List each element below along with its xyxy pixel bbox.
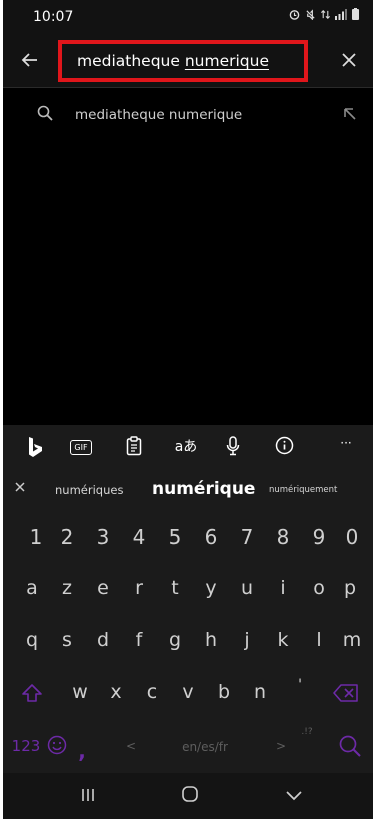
prediction-1[interactable]: numériques	[55, 483, 123, 497]
home-icon[interactable]	[181, 784, 199, 808]
key[interactable]: e	[86, 577, 120, 599]
key[interactable]: 6	[194, 525, 228, 549]
key[interactable]: 0	[335, 525, 369, 549]
search-suggestion[interactable]: mediatheque numerique	[3, 96, 373, 136]
key[interactable]: i	[266, 577, 300, 599]
key[interactable]: o	[302, 577, 336, 599]
silent-icon	[305, 8, 316, 23]
key[interactable]: s	[50, 629, 84, 651]
keyboard: GIF aあ ··· numériques numérique numériqu…	[3, 425, 373, 773]
bottom-row: 123 , < en/es/fr > .!?	[3, 725, 373, 769]
signal-icon	[335, 8, 347, 23]
prediction-bar: numériques numérique numériquement	[3, 475, 373, 509]
key[interactable]: 8	[266, 525, 300, 549]
letter-row-1: a z e r t y u i o p	[3, 569, 373, 613]
key[interactable]: j	[230, 629, 264, 651]
battery-icon	[352, 8, 359, 23]
clipboard-icon[interactable]	[123, 436, 145, 460]
info-icon[interactable]	[273, 436, 295, 460]
status-icons	[289, 8, 359, 23]
key[interactable]: '	[283, 677, 317, 693]
suggestion-text: mediatheque numerique	[75, 107, 243, 123]
gif-icon[interactable]: GIF	[69, 436, 93, 460]
key[interactable]: w	[63, 681, 97, 703]
search-icon	[37, 105, 53, 125]
navigation-bar	[3, 773, 373, 819]
alarm-icon	[289, 9, 300, 23]
punctuation-key[interactable]: .!?	[295, 727, 319, 737]
key[interactable]: g	[158, 629, 192, 651]
search-input-highlight[interactable]: mediatheque numerique	[58, 40, 308, 82]
key[interactable]: f	[122, 629, 156, 651]
cursor-right-key[interactable]: >	[271, 739, 291, 753]
symbols-key[interactable]: 123	[9, 737, 43, 755]
key[interactable]: l	[302, 629, 336, 651]
letter-row-2: q s d f g h j k l m	[3, 621, 373, 665]
recent-apps-icon[interactable]	[80, 784, 96, 808]
key[interactable]: b	[207, 681, 241, 703]
fill-query-icon[interactable]	[343, 106, 357, 125]
key[interactable]: t	[158, 577, 192, 599]
key[interactable]: p	[333, 577, 367, 599]
key[interactable]: k	[266, 629, 300, 651]
search-action-icon[interactable]	[335, 735, 365, 762]
key[interactable]: r	[122, 577, 156, 599]
key[interactable]: v	[171, 681, 205, 703]
key[interactable]: 9	[302, 525, 336, 549]
clear-search-button[interactable]	[335, 46, 363, 74]
search-input[interactable]: mediatheque numerique	[77, 52, 269, 70]
key[interactable]: z	[50, 577, 84, 599]
key[interactable]: a	[15, 577, 49, 599]
key[interactable]: m	[335, 629, 369, 651]
prediction-3[interactable]: numériquement	[269, 485, 337, 495]
status-time: 10:07	[33, 9, 74, 25]
key[interactable]: n	[243, 681, 277, 703]
key[interactable]: 7	[230, 525, 264, 549]
key[interactable]: 3	[86, 525, 120, 549]
key[interactable]: x	[99, 681, 133, 703]
spacebar-language[interactable]: en/es/fr	[173, 740, 237, 754]
key[interactable]: u	[230, 577, 264, 599]
emoji-icon[interactable]	[45, 735, 69, 760]
data-icon	[320, 9, 331, 23]
shift-icon[interactable]	[15, 681, 49, 708]
back-arrow-icon[interactable]	[21, 46, 49, 74]
comma-key[interactable]: ,	[73, 739, 91, 763]
hide-keyboard-icon[interactable]	[285, 784, 303, 808]
letter-row-3: w x c v b n '	[3, 673, 373, 717]
backspace-icon[interactable]	[329, 681, 363, 707]
key[interactable]: q	[15, 629, 49, 651]
key[interactable]: y	[194, 577, 228, 599]
key[interactable]: 5	[158, 525, 192, 549]
key[interactable]: 2	[50, 525, 84, 549]
key[interactable]: d	[86, 629, 120, 651]
key[interactable]: c	[135, 681, 169, 703]
search-bar: mediatheque numerique	[3, 34, 373, 88]
status-bar: 10:07	[3, 0, 373, 34]
bing-icon[interactable]	[25, 436, 47, 460]
query-word-1: mediatheque	[77, 52, 185, 70]
key[interactable]: 4	[122, 525, 156, 549]
microphone-icon[interactable]	[222, 436, 244, 460]
query-word-2: numerique	[184, 52, 270, 70]
cursor-left-key[interactable]: <	[121, 739, 141, 753]
screen: 10:07 mediatheque numerique mediatheque …	[3, 0, 373, 819]
keyboard-toolbar: GIF aあ ···	[3, 425, 373, 471]
gif-label: GIF	[70, 440, 92, 455]
collapse-predictions-icon[interactable]	[15, 481, 25, 500]
number-row: 1 2 3 4 5 6 7 8 9 0	[3, 517, 373, 561]
prediction-2[interactable]: numérique	[152, 479, 255, 499]
translate-icon[interactable]: aあ	[168, 436, 204, 460]
more-options-icon[interactable]: ···	[333, 436, 359, 460]
key[interactable]: 1	[19, 525, 53, 549]
key[interactable]: h	[194, 629, 228, 651]
